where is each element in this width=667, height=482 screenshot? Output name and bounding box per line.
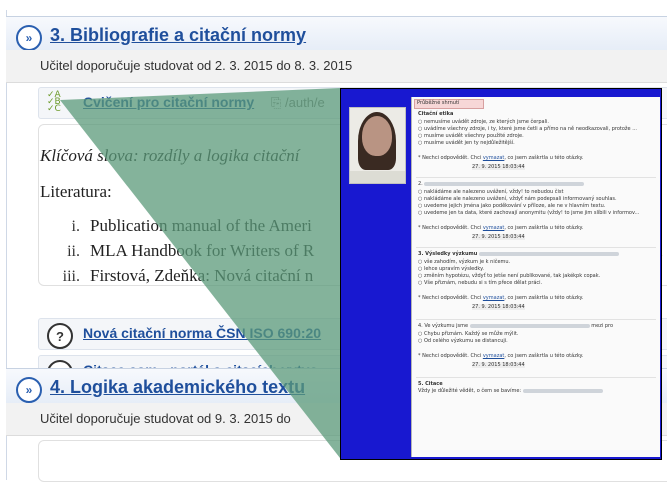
question-title: 5. Citace <box>418 381 443 387</box>
timestamp: 27. 9. 2015 18:03:44 <box>472 304 525 310</box>
literature-item: Publication manual of the Ameri <box>90 216 312 235</box>
summary-tab[interactable]: Průběžné shrnutí <box>414 99 484 109</box>
quiz-link[interactable]: Cvičení pro citační normy <box>83 94 254 110</box>
expand-chevron-icon[interactable]: » <box>16 377 42 403</box>
radio-option[interactable]: ○ nakládáme ale nalezeno uvážení, vždy! … <box>418 189 563 195</box>
list-numeral: i. <box>71 218 80 235</box>
quiz-icon: ✓A ✓B ✓C <box>47 90 61 114</box>
globe-link-icon: ? <box>47 323 73 349</box>
radio-option[interactable]: ○ musíme uvádět jen ty nejdůležitější. <box>418 140 515 146</box>
radio-option[interactable]: ○ uvedeme jejich jména jako poděkování v… <box>418 203 605 209</box>
radio-option[interactable]: ○ změním hypotézu, vždyť to jetše není p… <box>418 273 600 279</box>
timestamp: 27. 9. 2015 18:03:44 <box>472 234 525 240</box>
question-title: 3. Výsledky výzkumu <box>418 251 478 257</box>
list-numeral: ii. <box>67 243 80 260</box>
student-photo <box>349 107 406 184</box>
no-answer-note: * Nechci odpovědět. Chci vymazat, co jse… <box>418 353 584 359</box>
teacher-note-4: Učitel doporučuje studovat od 9. 3. 2015… <box>40 411 291 426</box>
no-answer-note: * Nechci odpovědět. Chci vymazat, co jse… <box>418 225 584 231</box>
quiz-path: ⎘ /auth/e <box>271 95 325 110</box>
no-answer-note: * Nechci odpovědět. Chci vymazat, co jse… <box>418 155 584 161</box>
radio-option[interactable]: ○ lehce upravím výsledky. <box>418 266 484 272</box>
timestamp: 27. 9. 2015 18:03:44 <box>472 362 525 368</box>
resource-link[interactable]: Nová citační norma ČSN ISO 690:20 <box>83 325 321 341</box>
timestamp: 27. 9. 2015 18:03:44 <box>472 164 525 170</box>
radio-option[interactable]: ○ Od celého výzkumu se distancuji. <box>418 338 508 344</box>
quiz-summary-panel: Průběžné shrnutí Citační etika ○ nemusím… <box>411 97 660 457</box>
keywords-text: Klíčová slova: rozdíly a logika citační <box>40 146 300 165</box>
literature-item: Firstová, Zdeňka: Nová citační n <box>90 266 314 285</box>
literature-item: MLA Handbook for Writers of R <box>90 241 315 260</box>
quiz-screenshot-overlay: Průběžné shrnutí Citační etika ○ nemusím… <box>340 88 662 460</box>
literature-label: Literatura: <box>40 182 112 201</box>
section-title-3[interactable]: 3. Bibliografie a citační normy <box>50 25 306 46</box>
list-numeral: iii. <box>62 268 80 285</box>
radio-option[interactable]: ○ nemusíme uvádět zdroje, ze kterých jsm… <box>418 119 549 125</box>
radio-option[interactable]: ○ uvedeme jen ta data, které zachovají a… <box>418 210 639 216</box>
no-answer-note: * Nechci odpovědět. Chci vymazat, co jse… <box>418 295 584 301</box>
expand-chevron-icon[interactable]: » <box>16 25 42 51</box>
radio-option[interactable]: ○ musíme uvádět všechny použité zdroje. <box>418 133 524 139</box>
radio-option[interactable]: ○ Vše přiznám, nebudu si s tím přece děl… <box>418 280 542 286</box>
radio-option[interactable]: ○ uvádíme všechny zdroje, i ty, které js… <box>418 126 637 132</box>
teacher-note-3: Učitel doporučuje studovat od 2. 3. 2015… <box>40 58 353 73</box>
section-title-4[interactable]: 4. Logika akademického textu <box>50 377 305 398</box>
question-number: 2. <box>418 181 585 187</box>
radio-option[interactable]: ○ Chybu přiznám. Každý se může mýlit. <box>418 331 518 337</box>
question-title: Citační etika <box>418 111 454 117</box>
question-text: Vždy je důležité vědět, o čem se bavíme: <box>418 388 603 394</box>
section-header-3[interactable]: » 3. Bibliografie a citační normy <box>6 16 667 52</box>
question-intro: 4. Ve výzkumu jsme mezi pro <box>418 323 614 329</box>
radio-option[interactable]: ○ vše zahodím, výzkum je k ničemu. <box>418 259 510 265</box>
radio-option[interactable]: ○ nakládáme ale nalezeno uvážení, vždyť … <box>418 196 617 202</box>
